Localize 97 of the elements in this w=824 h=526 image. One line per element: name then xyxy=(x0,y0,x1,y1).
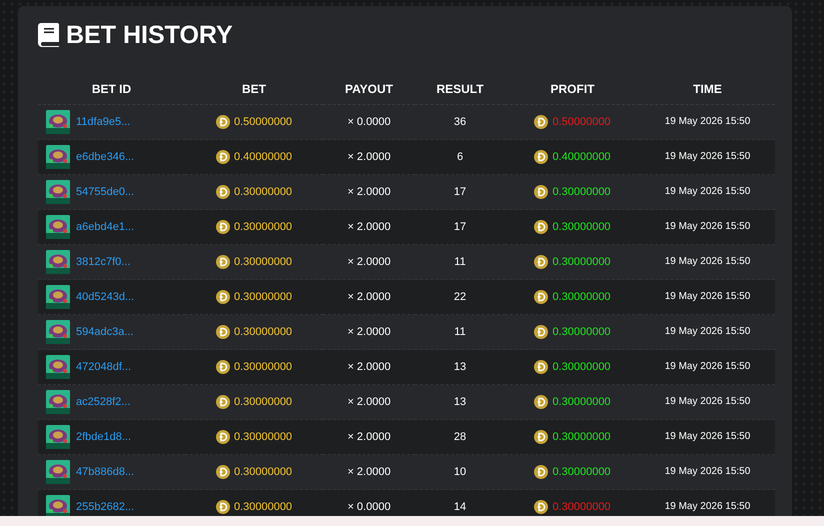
profit-amount: 0.30000000 xyxy=(552,220,611,234)
bet-id-link[interactable]: 2fbde1d8... xyxy=(76,430,132,444)
bet-amount: 0.50000000 xyxy=(234,115,292,129)
roulette-wheel-icon xyxy=(46,215,70,239)
bet-amount: 0.40000000 xyxy=(234,150,292,164)
bet-id-link[interactable]: 11dfa9e5... xyxy=(76,115,130,129)
bet-amount: 0.30000000 xyxy=(234,465,292,479)
coin-icon xyxy=(534,465,548,479)
coin-icon xyxy=(534,325,548,339)
time-cell: 19 May 2026 15:50 xyxy=(640,490,775,516)
profit-amount: 0.30000000 xyxy=(552,360,611,374)
coin-icon xyxy=(216,360,230,374)
coin-icon xyxy=(534,255,548,269)
time-cell: 19 May 2026 15:50 xyxy=(640,350,775,384)
coin-icon xyxy=(216,465,230,479)
coin-icon xyxy=(216,185,230,199)
bet-amount: 0.30000000 xyxy=(234,255,292,269)
bet-amount: 0.30000000 xyxy=(234,500,292,514)
profit-amount: 0.30000000 xyxy=(552,185,611,199)
bet-amount: 0.30000000 xyxy=(234,325,292,339)
roulette-wheel-icon xyxy=(46,110,70,134)
payout-cell: × 2.0000 xyxy=(323,350,415,384)
payout-cell: × 2.0000 xyxy=(323,280,415,314)
column-header: RESULT xyxy=(415,74,505,104)
coin-icon xyxy=(534,430,548,444)
profit-amount: 0.40000000 xyxy=(552,150,611,164)
bet-amount: 0.30000000 xyxy=(234,360,292,374)
payout-cell: × 2.0000 xyxy=(323,210,415,244)
coin-icon xyxy=(534,360,548,374)
bet-id-link[interactable]: 54755de0... xyxy=(76,185,134,199)
profit-amount: 0.30000000 xyxy=(552,325,611,339)
book-icon xyxy=(38,23,60,47)
column-header: PROFIT xyxy=(505,74,640,104)
payout-cell: × 2.0000 xyxy=(323,140,415,174)
roulette-wheel-icon xyxy=(46,460,70,484)
coin-icon xyxy=(534,500,548,514)
coin-icon xyxy=(534,290,548,304)
payout-cell: × 2.0000 xyxy=(323,420,415,454)
profit-amount: 0.30000000 xyxy=(552,430,611,444)
time-cell: 19 May 2026 15:50 xyxy=(640,210,775,244)
coin-icon xyxy=(534,185,548,199)
bet-id-link[interactable]: 3812c7f0... xyxy=(76,255,130,269)
coin-icon xyxy=(534,150,548,164)
profit-amount: 0.50000000 xyxy=(552,115,611,129)
profit-amount: 0.30000000 xyxy=(552,500,611,514)
bet-amount: 0.30000000 xyxy=(234,395,292,409)
bet-id-link[interactable]: 594adc3a... xyxy=(76,325,134,339)
bet-id-link[interactable]: ac2528f2... xyxy=(76,395,130,409)
roulette-wheel-icon xyxy=(46,495,70,516)
bet-amount: 0.30000000 xyxy=(234,185,292,199)
column-header: PAYOUT xyxy=(323,74,415,104)
bet-id-link[interactable]: 472048df... xyxy=(76,360,132,374)
coin-icon xyxy=(216,500,230,514)
profit-amount: 0.30000000 xyxy=(552,395,611,409)
column-header: BET ID xyxy=(38,74,185,104)
result-cell: 6 xyxy=(415,140,505,174)
roulette-wheel-icon xyxy=(46,425,70,449)
roulette-wheel-icon xyxy=(46,355,70,379)
roulette-wheel-icon xyxy=(46,285,70,309)
coin-icon xyxy=(534,115,548,129)
roulette-wheel-icon xyxy=(46,320,70,344)
time-cell: 19 May 2026 15:50 xyxy=(640,420,775,454)
bet-amount: 0.30000000 xyxy=(234,290,292,304)
coin-icon xyxy=(534,220,548,234)
bet-id-link[interactable]: 47b886d8... xyxy=(76,465,134,479)
coin-icon xyxy=(216,395,230,409)
result-cell: 14 xyxy=(415,490,505,516)
bet-id-link[interactable]: 40d5243d... xyxy=(76,290,134,304)
profit-amount: 0.30000000 xyxy=(552,255,611,269)
time-cell: 19 May 2026 15:50 xyxy=(640,280,775,314)
result-cell: 13 xyxy=(415,350,505,384)
coin-icon xyxy=(216,290,230,304)
coin-icon xyxy=(534,395,548,409)
bet-amount: 0.30000000 xyxy=(234,220,292,234)
result-cell: 22 xyxy=(415,280,505,314)
roulette-wheel-icon xyxy=(46,180,70,204)
column-header: BET xyxy=(185,74,323,104)
profit-amount: 0.30000000 xyxy=(552,465,611,479)
page-title: BET HISTORY xyxy=(66,20,233,50)
coin-icon xyxy=(216,325,230,339)
coin-icon xyxy=(216,220,230,234)
roulette-wheel-icon xyxy=(46,145,70,169)
coin-icon xyxy=(216,430,230,444)
coin-icon xyxy=(216,115,230,129)
bet-id-link[interactable]: a6ebd4e1... xyxy=(76,220,134,234)
payout-cell: × 0.0000 xyxy=(323,490,415,516)
column-header: TIME xyxy=(640,74,775,104)
roulette-wheel-icon xyxy=(46,390,70,414)
bet-id-link[interactable]: e6dbe346... xyxy=(76,150,134,164)
result-cell: 28 xyxy=(415,420,505,454)
bet-amount: 0.30000000 xyxy=(234,430,292,444)
coin-icon xyxy=(216,255,230,269)
time-cell: 19 May 2026 15:50 xyxy=(640,140,775,174)
result-cell: 17 xyxy=(415,210,505,244)
profit-amount: 0.30000000 xyxy=(552,290,611,304)
coin-icon xyxy=(216,150,230,164)
roulette-wheel-icon xyxy=(46,250,70,274)
